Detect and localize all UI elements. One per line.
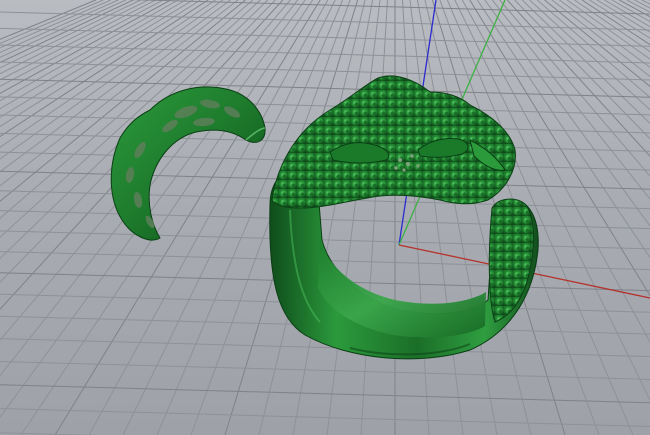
grid-line	[401, 0, 430, 435]
3d-viewport[interactable]	[0, 0, 650, 435]
grid-line	[521, 0, 650, 125]
viewport-canvas[interactable]	[0, 0, 650, 435]
grid-line	[0, 78, 650, 98]
grid-line	[454, 0, 650, 402]
grid-line	[0, 44, 650, 64]
grid-line	[0, 27, 650, 47]
grid-line	[581, 0, 650, 46]
grid-line	[589, 0, 650, 39]
grid-line	[0, 0, 96, 40]
grid-line	[604, 0, 650, 28]
construction-grid	[0, 0, 650, 435]
grid-line	[0, 0, 201, 128]
grid-line	[536, 0, 650, 99]
grid-line	[446, 0, 634, 435]
grid-line	[514, 0, 650, 140]
grid-line	[641, 0, 650, 5]
grid-line	[566, 0, 650, 60]
grid-line	[360, 0, 389, 435]
grid-line	[20, 0, 314, 435]
grid-line	[409, 0, 464, 435]
grid-line	[416, 0, 498, 435]
grid-line	[0, 96, 650, 116]
grid-line	[0, 230, 650, 250]
grid-line	[0, 360, 650, 380]
grid-line	[0, 408, 650, 428]
grid-line	[326, 0, 381, 435]
grid-line	[461, 0, 650, 344]
grid-line	[0, 61, 650, 81]
